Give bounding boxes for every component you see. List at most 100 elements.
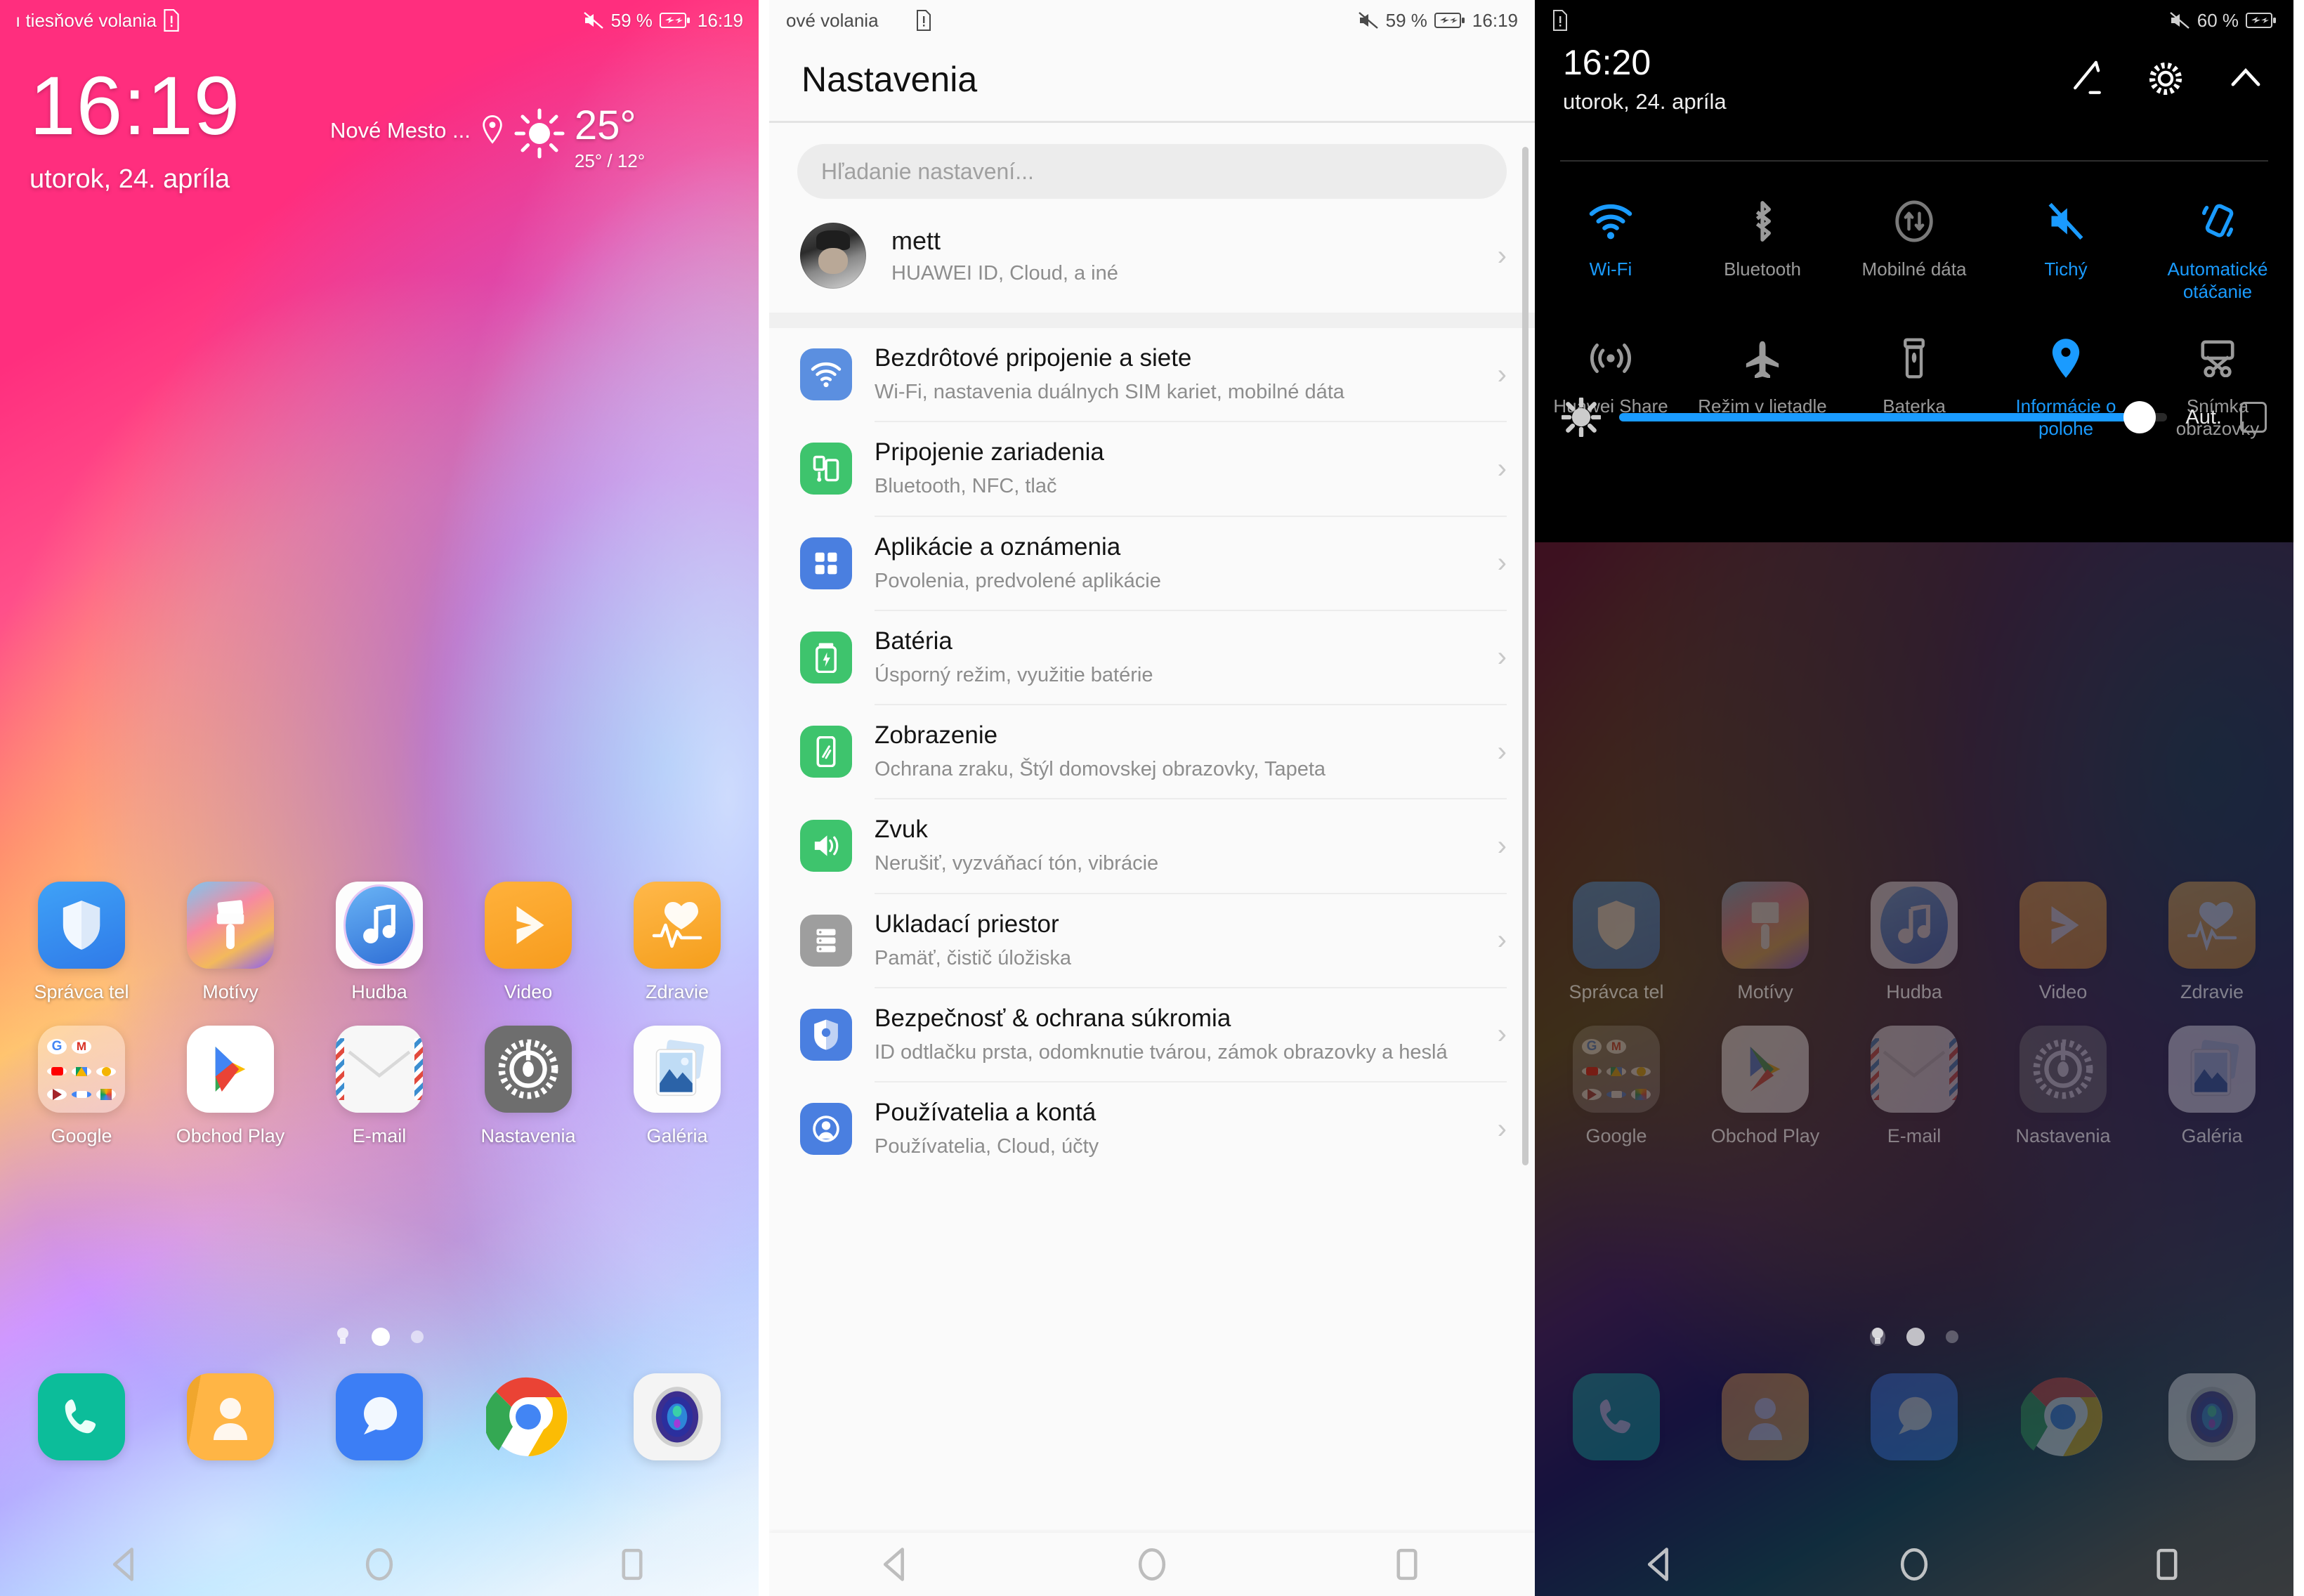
settings-item-apps-notifications[interactable]: Aplikácie a oznámenia Povolenia, predvol… [769,516,1535,610]
app-obchod-play[interactable]: Obchod Play [1698,1026,1833,1147]
app-video[interactable]: Video [461,882,596,1003]
app-label: Galéria [646,1125,708,1146]
toggle-mobile-data[interactable]: Mobilné dáta [1838,184,1990,303]
search-input[interactable]: Hľadanie nastavení... [797,144,1507,199]
scrollbar[interactable] [1522,147,1529,1165]
dock-phone[interactable] [14,1373,149,1460]
triangle-back-icon[interactable] [108,1546,145,1583]
circle-home-icon[interactable] [1896,1546,1932,1583]
settings-item-sound[interactable]: Zvuk Nerušiť, vyzváňací tón, vibrácie › [769,799,1535,893]
mute-icon [2046,194,2086,249]
chevron-up-icon[interactable] [2226,59,2265,98]
app-row-1: Správca tel Motívy Hudba Video Zdravie [0,882,759,1003]
app-zdravie[interactable]: Zdravie [2145,882,2279,1003]
toggle-silent[interactable]: Tichý [1990,184,2142,303]
app-zdravie[interactable]: Zdravie [610,882,745,1003]
settings-item-wireless[interactable]: Bezdrôtové pripojenie a siete Wi-Fi, nas… [769,328,1535,421]
settings-item-battery[interactable]: Batéria Úsporný režim, využitie batérie … [769,610,1535,705]
app-folder-google[interactable]: G M Google [1549,1026,1684,1147]
pencil-icon[interactable] [2066,59,2105,98]
triangle-back-icon[interactable] [879,1546,915,1583]
shade-date: utorok, 24. apríla [1563,89,1727,114]
square-recents-icon[interactable] [614,1546,650,1583]
app-email[interactable]: E-mail [1847,1026,1982,1147]
dock-camera[interactable] [610,1373,745,1460]
location-pin-icon [483,115,502,144]
chevron-right-icon: › [1497,830,1507,861]
toggle-label: Tichý [2044,259,2088,280]
square-recents-icon[interactable] [2149,1546,2185,1583]
toggle-wifi[interactable]: Wi-Fi [1535,184,1687,303]
page-dot-bulb[interactable] [1870,1328,1885,1346]
app-spravca-tel[interactable]: Správca tel [1549,882,1684,1003]
dock-phone[interactable] [1549,1373,1684,1460]
auto-brightness-checkbox[interactable] [2240,402,2267,433]
app-folder-google[interactable]: G M Google [14,1026,149,1147]
dock-contacts[interactable] [1698,1373,1833,1460]
toggle-auto-rotate[interactable]: Automatické otáčanie [2142,184,2293,303]
item-subtitle: Ochrana zraku, Štýl domovskej obrazovky,… [875,758,1326,781]
device-connect-icon [800,443,852,495]
weather-temp: 25° [574,103,636,148]
sim-alert-icon [916,10,931,31]
circle-home-icon[interactable] [361,1546,398,1583]
status-clock: 16:19 [697,9,743,31]
panel-settings: ové volania 59 % 16:19 Nastavenia Hľadan… [759,0,1535,1596]
settings-item-device-connection[interactable]: Pripojenie zariadenia Bluetooth, NFC, tl… [769,422,1535,516]
clock-date: utorok, 24. apríla [30,164,230,194]
settings-item-users-accounts[interactable]: Používatelia a kontá Používatelia, Cloud… [769,1082,1535,1176]
google-folder-icon: G M [38,1026,125,1113]
settings-item-display[interactable]: Zobrazenie Ochrana zraku, Štýl domovskej… [769,705,1535,799]
app-galeria[interactable]: Galéria [610,1026,745,1147]
camera-icon [2168,1373,2256,1460]
home-clock-widget[interactable]: 16:19 utorok, 24. apríla [30,65,240,195]
app-email[interactable]: E-mail [312,1026,447,1147]
app-hudba[interactable]: Hudba [1847,882,1982,1003]
app-nastavenia[interactable]: Nastavenia [1996,1026,2130,1147]
app-nastavenia[interactable]: Nastavenia [461,1026,596,1147]
dock-messages[interactable] [1847,1373,1982,1460]
app-galeria[interactable]: Galéria [2145,1026,2279,1147]
toggle-bluetooth[interactable]: Bluetooth [1687,184,1838,303]
account-row[interactable]: mett HUAWEI ID, Cloud, a iné › [769,199,1535,313]
app-label: Nastavenia [2015,1125,2111,1146]
weather-widget[interactable]: Nové Mesto ... 25° 25° / 12° [330,105,645,172]
app-video[interactable]: Video [1996,882,2130,1003]
dock-camera[interactable] [2145,1373,2279,1460]
item-title: Ukladací priestor [875,910,1059,938]
sound-icon [800,820,852,872]
chrome-icon [2020,1373,2107,1460]
battery-percent: 59 % [610,9,653,31]
dock-chrome[interactable] [461,1373,596,1460]
settings-item-security-privacy[interactable]: Bezpečnosť & ochrana súkromia ID odtlačk… [769,988,1535,1082]
app-motivy[interactable]: Motívy [1698,882,1833,1003]
app-motivy[interactable]: Motívy [163,882,298,1003]
status-bar: ı tiesňové volania 59 % 16:19 [0,0,759,41]
account-name: mett [891,226,941,255]
page-dot[interactable] [411,1330,424,1343]
app-hudba[interactable]: Hudba [312,882,447,1003]
page-dot-active[interactable] [372,1328,390,1346]
square-recents-icon[interactable] [1389,1546,1425,1583]
brightness-knob[interactable] [2123,401,2156,433]
triangle-back-icon[interactable] [1643,1546,1680,1583]
page-dot-active[interactable] [1906,1328,1925,1346]
page-dot[interactable] [1946,1330,1958,1343]
app-obchod-play[interactable]: Obchod Play [163,1026,298,1147]
app-label: Video [2038,981,2088,1002]
brightness-slider[interactable] [1619,401,2168,433]
music-note-icon [1871,882,1958,969]
user-account-icon [800,1103,852,1156]
status-bar: 60 % [1535,0,2293,41]
dock-messages[interactable] [312,1373,447,1460]
message-icon [336,1373,423,1460]
settings-item-storage[interactable]: Ukladací priestor Pamäť, čistič úložiska… [769,894,1535,987]
settings-scroll-area[interactable]: Hľadanie nastavení... mett HUAWEI ID, Cl… [769,123,1535,1463]
circle-home-icon[interactable] [1134,1546,1170,1583]
gear-icon[interactable] [2146,59,2185,98]
toggle-label: Wi-Fi [1589,259,1632,280]
dock-contacts[interactable] [163,1373,298,1460]
app-spravca-tel[interactable]: Správca tel [14,882,149,1003]
dock-chrome[interactable] [1996,1373,2130,1460]
page-dot-bulb[interactable] [335,1328,351,1346]
